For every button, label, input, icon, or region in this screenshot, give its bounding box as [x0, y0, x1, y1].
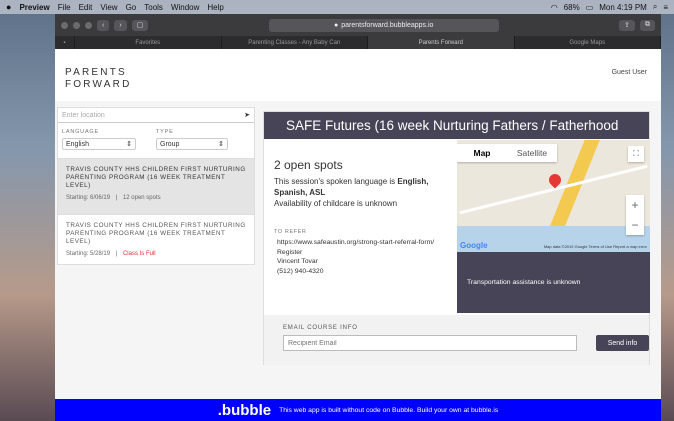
satellite-tab[interactable]: Satellite: [507, 144, 557, 162]
address-bar[interactable]: ● parentsforward.bubbleapps.io: [268, 18, 499, 32]
browser-tab-bar: ▪ Favorites Parenting Classes - Any Baby…: [55, 36, 661, 49]
language-label: LANGUAGE: [62, 129, 99, 135]
zoom-in-button[interactable]: +: [626, 195, 644, 215]
map-tab[interactable]: Map: [457, 144, 507, 162]
transportation-info: Transportation assistance is unknown: [457, 252, 650, 313]
google-map[interactable]: Map Satellite ⛶ + − Google Map data ©201…: [457, 140, 650, 252]
referral-link[interactable]: https://www.safeaustin.org/strong-start-…: [277, 238, 447, 248]
select-arrows-icon: ⇕: [218, 141, 224, 148]
result-card[interactable]: TRAVIS COUNTY HHS CHILDREN FIRST NURTURI…: [58, 158, 254, 214]
apple-icon[interactable]: ●: [6, 2, 11, 12]
result-title: TRAVIS COUNTY HHS CHILDREN FIRST NURTURI…: [66, 166, 246, 189]
close-window-button[interactable]: [61, 21, 68, 29]
menu-go[interactable]: Go: [126, 3, 137, 12]
result-status: Class Is Full: [122, 251, 156, 257]
location-arrow-icon[interactable]: ➤: [244, 111, 250, 119]
result-separator: |: [115, 195, 118, 201]
zoom-out-button[interactable]: −: [626, 215, 644, 235]
guest-user-link[interactable]: Guest User: [612, 69, 647, 76]
result-status: 12 open spots: [122, 195, 161, 201]
type-value: Group: [160, 140, 180, 148]
type-label: TYPE: [156, 129, 174, 135]
menu-list-icon[interactable]: ≡: [663, 3, 668, 12]
minimize-window-button[interactable]: [73, 21, 80, 29]
tabs-icon[interactable]: ⧉: [640, 19, 655, 31]
refer-label: TO REFER: [274, 229, 307, 235]
fullscreen-icon[interactable]: ⛶: [628, 146, 644, 162]
map-type-control: Map Satellite: [457, 144, 557, 162]
menu-app-name[interactable]: Preview: [19, 3, 49, 12]
open-spots: 2 open spots: [274, 158, 343, 172]
result-start-date: Starting: 6/06/19: [66, 195, 111, 201]
site-logo[interactable]: PARENTS FORWARD: [65, 67, 132, 91]
battery-icon[interactable]: ▭: [586, 3, 594, 12]
language-prefix: This session's spoken language is: [274, 177, 398, 186]
search-panel: Enter location ➤ LANGUAGE English ⇕ TYPE…: [57, 107, 255, 265]
childcare-text: Availability of childcare is unknown: [274, 199, 398, 208]
url-text: parentsforward.bubbleapps.io: [341, 21, 434, 29]
browser-window: ‹ › ▢ ● parentsforward.bubbleapps.io ⇪ ⧉…: [55, 14, 661, 421]
contact-name: Vincent Tovar: [277, 258, 318, 265]
language-filter: LANGUAGE English ⇕: [62, 129, 136, 150]
type-select[interactable]: Group ⇕: [156, 138, 228, 150]
menu-edit[interactable]: Edit: [79, 3, 93, 12]
logo-line-2: FORWARD: [65, 79, 132, 90]
email-course-form: EMAIL COURSE INFO Send info: [264, 315, 649, 365]
tab-google-maps[interactable]: Google Maps: [515, 36, 661, 49]
tab-parenting-classes[interactable]: Parenting Classes - Any Baby Can: [222, 36, 368, 49]
search-icon[interactable]: ⌕: [653, 2, 657, 12]
tab-favorites[interactable]: Favorites: [75, 36, 222, 49]
web-page: PARENTS FORWARD Guest User Enter locatio…: [55, 49, 661, 421]
macos-menubar: ● Preview File Edit View Go Tools Window…: [0, 0, 674, 14]
browser-toolbar: ‹ › ▢ ● parentsforward.bubbleapps.io ⇪ ⧉: [55, 14, 661, 36]
type-filter: TYPE Group ⇕: [156, 129, 228, 150]
result-meta: Starting: 5/28/19 | Class Is Full: [66, 251, 246, 257]
wifi-icon[interactable]: ◠: [551, 3, 558, 12]
result-start-date: Starting: 5/28/19: [66, 251, 111, 257]
result-title: TRAVIS COUNTY HHS CHILDREN FIRST NURTURI…: [66, 222, 246, 245]
select-arrows-icon: ⇕: [126, 141, 132, 148]
result-separator: |: [115, 251, 118, 257]
location-placeholder: Enter location: [62, 111, 105, 119]
menu-window[interactable]: Window: [171, 3, 199, 12]
bubble-footer-text: This web app is built without code on Bu…: [279, 406, 499, 414]
menu-help[interactable]: Help: [207, 3, 223, 12]
send-info-button[interactable]: Send info: [596, 335, 649, 351]
result-card[interactable]: TRAVIS COUNTY HHS CHILDREN FIRST NURTURI…: [58, 214, 254, 264]
language-value: English: [66, 140, 89, 148]
menu-view[interactable]: View: [100, 3, 117, 12]
register-link[interactable]: Register: [277, 248, 447, 258]
result-meta: Starting: 6/06/19 | 12 open spots: [66, 195, 246, 201]
bubble-footer[interactable]: .bubble This web app is built without co…: [55, 399, 661, 421]
email-label: EMAIL COURSE INFO: [283, 325, 358, 331]
session-description: This session's spoken language is Englis…: [274, 176, 454, 209]
contact-phone: (512) 940-4320: [277, 267, 324, 275]
site-header: PARENTS FORWARD Guest User: [55, 49, 661, 101]
battery-percent[interactable]: 68%: [564, 3, 580, 12]
filters-row: LANGUAGE English ⇕ TYPE Group ⇕: [58, 123, 254, 150]
detail-title: SAFE Futures (16 week Nurturing Fathers …: [264, 112, 649, 139]
share-icon[interactable]: ⇪: [619, 19, 635, 31]
clock[interactable]: Mon 4:19 PM: [599, 3, 647, 12]
menu-file[interactable]: File: [58, 3, 71, 12]
detail-panel: SAFE Futures (16 week Nurturing Fathers …: [263, 111, 650, 365]
tab-sidebar-icon[interactable]: ▪: [55, 36, 75, 49]
menu-tools[interactable]: Tools: [144, 3, 163, 12]
map-road: [459, 164, 648, 215]
zoom-control: + −: [626, 195, 644, 235]
lock-icon: ●: [333, 21, 339, 29]
tab-parents-forward[interactable]: Parents Forward: [368, 36, 515, 49]
language-select[interactable]: English ⇕: [62, 138, 136, 150]
back-icon[interactable]: ‹: [97, 19, 110, 31]
location-input[interactable]: Enter location ➤: [58, 108, 254, 123]
map-credits[interactable]: Map data ©2019 Google Terms of Use Repor…: [544, 244, 647, 249]
sidebar-icon[interactable]: ▢: [131, 19, 149, 31]
contact-info: https://www.safeaustin.org/strong-start-…: [277, 238, 447, 276]
recipient-email-input[interactable]: [283, 335, 577, 351]
zoom-window-button[interactable]: [85, 21, 92, 29]
google-logo: Google: [460, 241, 488, 250]
bubble-logo: .bubble: [217, 401, 272, 419]
logo-line-1: PARENTS: [65, 67, 127, 78]
forward-icon[interactable]: ›: [114, 19, 127, 31]
